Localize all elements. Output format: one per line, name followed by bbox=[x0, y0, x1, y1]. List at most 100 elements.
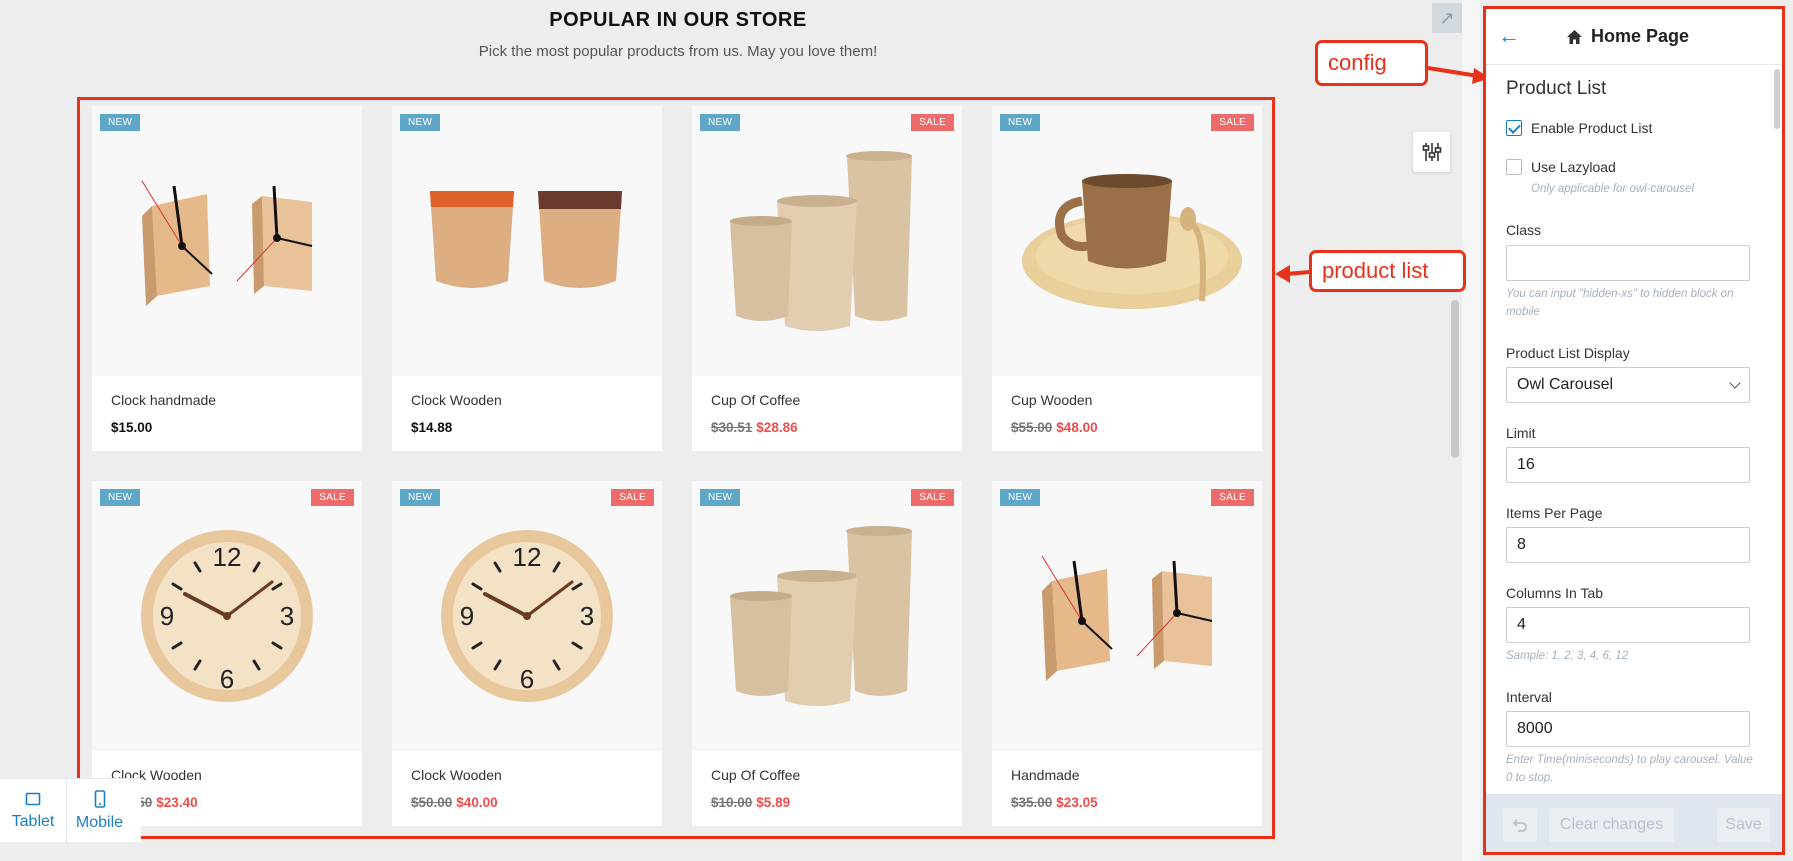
device-switcher: Tablet Mobile bbox=[0, 778, 141, 842]
use-lazyload-label: Use Lazyload bbox=[1531, 159, 1616, 175]
product-card[interactable]: NEW Clock Wooden $14.88 bbox=[392, 106, 662, 451]
tablet-icon bbox=[25, 792, 41, 805]
product-image[interactable] bbox=[92, 106, 362, 376]
chevron-down-icon bbox=[1729, 377, 1741, 389]
class-label: Class bbox=[1506, 222, 1542, 238]
sale-badge: SALE bbox=[311, 489, 354, 506]
product-image[interactable] bbox=[992, 106, 1262, 376]
product-list-arrow-icon bbox=[1275, 265, 1311, 283]
section-heading: Product List bbox=[1506, 78, 1607, 99]
sale-badge: SALE bbox=[611, 489, 654, 506]
interval-label: Interval bbox=[1506, 689, 1552, 705]
panel-title: Home Page bbox=[1566, 26, 1689, 47]
panel-scrollbar[interactable] bbox=[1774, 69, 1780, 129]
class-input[interactable] bbox=[1506, 245, 1750, 281]
product-price: $35.00 $23.05 bbox=[1011, 795, 1098, 810]
interval-help: Enter Time(miniseconds) to play carousel… bbox=[1506, 754, 1753, 784]
sale-badge: SALE bbox=[1211, 489, 1254, 506]
product-card[interactable]: NEW SALE Cup Of Coffee $10.00 $5.89 bbox=[692, 481, 962, 826]
product-image[interactable]: 12 3 6 9 bbox=[392, 481, 662, 751]
product-price: $55.00 $48.00 bbox=[1011, 420, 1098, 435]
old-price: $35.00 bbox=[1011, 795, 1053, 810]
columns-help: Sample: 1, 2, 3, 4, 6, 12 bbox=[1506, 650, 1629, 662]
old-price: $55.00 bbox=[1011, 420, 1053, 435]
product-image[interactable] bbox=[392, 106, 662, 376]
sale-price: $48.00 bbox=[1056, 420, 1098, 435]
new-badge: NEW bbox=[1000, 114, 1041, 131]
regular-price: $14.88 bbox=[411, 420, 453, 435]
display-select-value: Owl Carousel bbox=[1517, 376, 1614, 393]
product-name[interactable]: Cup Of Coffee bbox=[711, 392, 800, 408]
customize-toggle-button[interactable] bbox=[1413, 132, 1450, 172]
product-card[interactable]: NEW SALE Handmade $35.00 $23.05 bbox=[992, 481, 1262, 826]
items-per-page-input[interactable]: 8 bbox=[1506, 527, 1750, 563]
preview-scrollbar[interactable] bbox=[1451, 300, 1459, 458]
limit-input[interactable]: 16 bbox=[1506, 447, 1750, 483]
mobile-label: Mobile bbox=[75, 813, 124, 831]
limit-label: Limit bbox=[1506, 425, 1536, 441]
sale-badge: SALE bbox=[1211, 114, 1254, 131]
sale-price: $5.89 bbox=[756, 795, 791, 810]
sale-badge: SALE bbox=[911, 114, 954, 131]
product-image[interactable] bbox=[692, 106, 962, 376]
sale-price: $23.40 bbox=[156, 795, 198, 810]
new-badge: NEW bbox=[700, 489, 741, 506]
product-card[interactable]: NEW SALE Cup Wooden $55.00 $48.00 bbox=[992, 106, 1262, 451]
display-select[interactable]: Owl Carousel bbox=[1506, 367, 1750, 403]
product-price: $10.00 $5.89 bbox=[711, 795, 790, 810]
use-lazyload-checkbox[interactable] bbox=[1506, 159, 1522, 175]
panel-header: ← Home Page bbox=[1486, 9, 1782, 65]
panel-title-text: Home Page bbox=[1591, 26, 1690, 46]
lazyload-help: Only applicable for owl-carousel bbox=[1531, 183, 1694, 195]
product-price: $15.00 bbox=[111, 420, 152, 435]
product-name[interactable]: Cup Wooden bbox=[1011, 392, 1092, 408]
section-subtitle: Pick the most popular products from us. … bbox=[478, 43, 878, 60]
product-card[interactable]: NEW Clock handmade $15.00 bbox=[92, 106, 362, 451]
product-card[interactable]: 12369NEWSALEClock Wooden$31.50$23.40 bbox=[92, 481, 362, 826]
product-price: $30.51 $28.86 bbox=[711, 420, 798, 435]
product-name[interactable]: Clock handmade bbox=[111, 392, 216, 408]
svg-text:9: 9 bbox=[460, 601, 474, 631]
tablet-label: Tablet bbox=[11, 812, 55, 830]
clear-changes-button[interactable]: Clear changes bbox=[1549, 808, 1674, 842]
product-name[interactable]: Clock Wooden bbox=[411, 767, 502, 783]
svg-text:6: 6 bbox=[520, 664, 534, 694]
display-label: Product List Display bbox=[1506, 345, 1630, 361]
new-badge: NEW bbox=[100, 489, 141, 506]
enable-product-list-label: Enable Product List bbox=[1531, 120, 1653, 136]
columns-input[interactable]: 4 bbox=[1506, 607, 1750, 643]
svg-text:6: 6 bbox=[220, 664, 234, 694]
product-card[interactable]: 12 3 6 9 NEW SALE Clock Wooden $50.00 $40.00 bbox=[392, 481, 662, 826]
sale-price: $23.05 bbox=[1056, 795, 1098, 810]
new-badge: NEW bbox=[400, 114, 441, 131]
enable-product-list-checkbox[interactable] bbox=[1506, 120, 1522, 136]
mobile-view-button[interactable]: Mobile bbox=[66, 779, 132, 842]
product-image[interactable]: 12 3 6 9 bbox=[92, 481, 362, 751]
svg-text:9: 9 bbox=[160, 601, 174, 631]
expand-icon[interactable]: ↗ bbox=[1432, 3, 1462, 33]
back-arrow-icon[interactable]: ← bbox=[1498, 23, 1520, 49]
product-image[interactable] bbox=[692, 481, 962, 751]
new-badge: NEW bbox=[100, 114, 141, 131]
sliders-icon bbox=[1422, 143, 1441, 161]
config-panel: ← Home Page Product List Enable Product … bbox=[1483, 6, 1785, 855]
product-image[interactable] bbox=[992, 481, 1262, 751]
tablet-view-button[interactable]: Tablet bbox=[0, 779, 66, 842]
interval-input[interactable]: 8000 bbox=[1506, 711, 1750, 747]
undo-button[interactable] bbox=[1503, 808, 1537, 842]
svg-text:3: 3 bbox=[280, 601, 294, 631]
product-price: $50.00 $40.00 bbox=[411, 795, 498, 810]
panel-footer: Clear changes Save bbox=[1486, 794, 1782, 852]
svg-text:3: 3 bbox=[580, 601, 594, 631]
config-annotation: config bbox=[1315, 40, 1428, 86]
product-name[interactable]: Clock Wooden bbox=[411, 392, 502, 408]
save-button[interactable]: Save bbox=[1717, 808, 1770, 842]
preview-divider bbox=[1462, 0, 1480, 861]
product-list-annotation-text: product list bbox=[1322, 258, 1429, 283]
product-name[interactable]: Handmade bbox=[1011, 767, 1080, 783]
product-name[interactable]: Cup Of Coffee bbox=[711, 767, 800, 783]
product-card[interactable]: NEW SALE Cup Of Coffee $30.51 $28.86 bbox=[692, 106, 962, 451]
old-price: $30.51 bbox=[711, 420, 753, 435]
sale-price: $40.00 bbox=[456, 795, 498, 810]
items-per-page-label: Items Per Page bbox=[1506, 505, 1603, 521]
